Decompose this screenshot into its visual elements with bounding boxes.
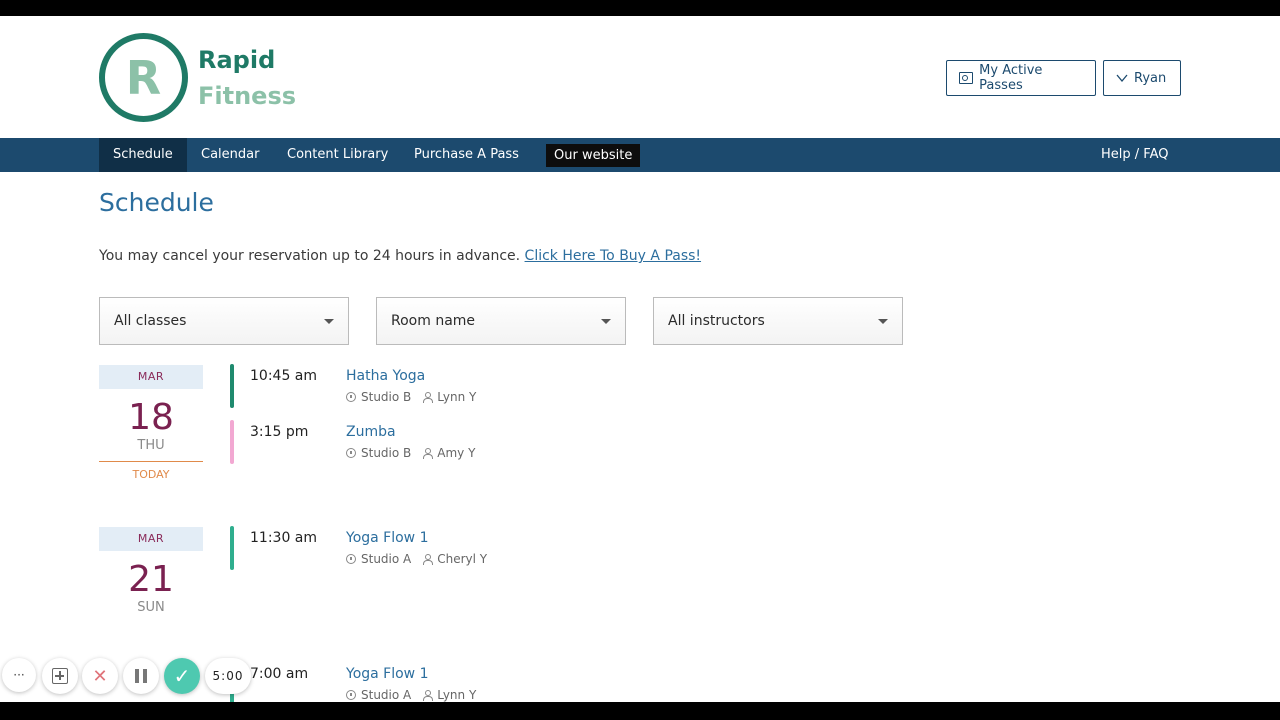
instructor-icon: [422, 392, 434, 403]
day-weekday: THU: [137, 438, 165, 453]
logo-letter: R: [125, 50, 162, 105]
add-frame-icon: [52, 668, 68, 684]
page-title: Schedule: [99, 188, 214, 217]
my-active-passes-button[interactable]: My Active Passes: [946, 60, 1096, 96]
notice-text: You may cancel your reservation up to 24…: [99, 248, 521, 264]
cancellation-notice: You may cancel your reservation up to 24…: [99, 248, 701, 264]
room-filter-value: Room name: [391, 313, 476, 329]
day-month: MAR: [99, 527, 203, 551]
class-time: 3:15 pm: [250, 424, 309, 440]
brand-logo[interactable]: R Rapid Fitness: [99, 33, 296, 122]
class-room: Studio A: [361, 688, 412, 702]
pause-icon: [135, 669, 147, 683]
class-color-bar: [230, 420, 234, 464]
class-instructor: Lynn Y: [437, 390, 477, 404]
recorder-done-button[interactable]: ✓: [164, 658, 200, 694]
class-meta: Studio A Cheryl Y: [346, 552, 487, 566]
day-date: 18: [128, 397, 174, 438]
location-pin-icon: [346, 690, 356, 700]
recorder-more-button[interactable]: ···: [2, 658, 36, 692]
location-pin-icon: [346, 448, 356, 458]
logo-circle: R: [99, 33, 188, 122]
class-instructor: Lynn Y: [437, 688, 477, 702]
class-time: 11:30 am: [250, 530, 318, 546]
class-name-link[interactable]: Yoga Flow 1: [346, 666, 429, 682]
class-instructor: Amy Y: [437, 446, 476, 460]
instructor-icon: [422, 448, 434, 459]
caret-down-icon: [601, 319, 611, 324]
class-meta: Studio A Lynn Y: [346, 688, 476, 702]
app-frame: R Rapid Fitness My Active Passes Ryan Sc…: [0, 16, 1280, 702]
day-header: MAR 21 SUN: [99, 527, 203, 615]
room-filter-select[interactable]: Room name: [376, 297, 626, 345]
pass-card-icon: [959, 72, 974, 84]
day-weekday: SUN: [137, 600, 165, 615]
class-filter-value: All classes: [114, 313, 187, 329]
chevron-down-icon: [1116, 74, 1128, 82]
location-pin-icon: [346, 392, 356, 402]
caret-down-icon: [878, 319, 888, 324]
recorder-add-button[interactable]: [42, 658, 78, 694]
recorder-cancel-button[interactable]: ✕: [82, 658, 118, 694]
recorder-timer: 5:00: [205, 658, 251, 694]
instructor-icon: [422, 690, 434, 701]
recorder-pause-button[interactable]: [123, 658, 159, 694]
logo-line-1: Rapid: [198, 45, 276, 74]
class-filter-select[interactable]: All classes: [99, 297, 349, 345]
buy-pass-link[interactable]: Click Here To Buy A Pass!: [525, 248, 701, 264]
class-instructor: Cheryl Y: [437, 552, 488, 566]
today-label: TODAY: [99, 461, 203, 481]
instructor-icon: [422, 554, 434, 565]
class-name-link[interactable]: Yoga Flow 1: [346, 530, 429, 546]
day-header: MAR 18 THU TODAY: [99, 365, 203, 481]
nav-our-website[interactable]: Our website: [546, 144, 641, 167]
class-room: Studio B: [361, 390, 412, 404]
user-name-label: Ryan: [1134, 70, 1167, 86]
class-time: 10:45 am: [250, 368, 318, 384]
class-time: 7:00 am: [250, 666, 309, 682]
class-room: Studio B: [361, 446, 412, 460]
instructor-filter-select[interactable]: All instructors: [653, 297, 903, 345]
class-meta: Studio B Amy Y: [346, 446, 475, 460]
location-pin-icon: [346, 554, 356, 564]
my-active-passes-label: My Active Passes: [979, 63, 1043, 93]
nav-calendar[interactable]: Calendar: [187, 138, 273, 172]
logo-line-2: Fitness: [198, 81, 297, 110]
main-nav: Schedule Calendar Content Library Purcha…: [0, 138, 1280, 172]
caret-down-icon: [324, 319, 334, 324]
day-month: MAR: [99, 365, 203, 389]
class-name-link[interactable]: Zumba: [346, 424, 396, 440]
nav-purchase-pass[interactable]: Purchase A Pass: [400, 138, 533, 172]
class-name-link[interactable]: Hatha Yoga: [346, 368, 425, 384]
nav-content-library[interactable]: Content Library: [273, 138, 402, 172]
nav-help-faq[interactable]: Help / FAQ: [1087, 138, 1182, 172]
class-color-bar: [230, 364, 234, 408]
nav-schedule[interactable]: Schedule: [99, 138, 187, 172]
class-room: Studio A: [361, 552, 412, 566]
class-meta: Studio B Lynn Y: [346, 390, 476, 404]
logo-text: Rapid Fitness: [198, 42, 296, 114]
instructor-filter-value: All instructors: [668, 313, 765, 329]
user-menu-button[interactable]: Ryan: [1103, 60, 1181, 96]
day-date: 21: [128, 559, 174, 600]
class-color-bar: [230, 526, 234, 570]
